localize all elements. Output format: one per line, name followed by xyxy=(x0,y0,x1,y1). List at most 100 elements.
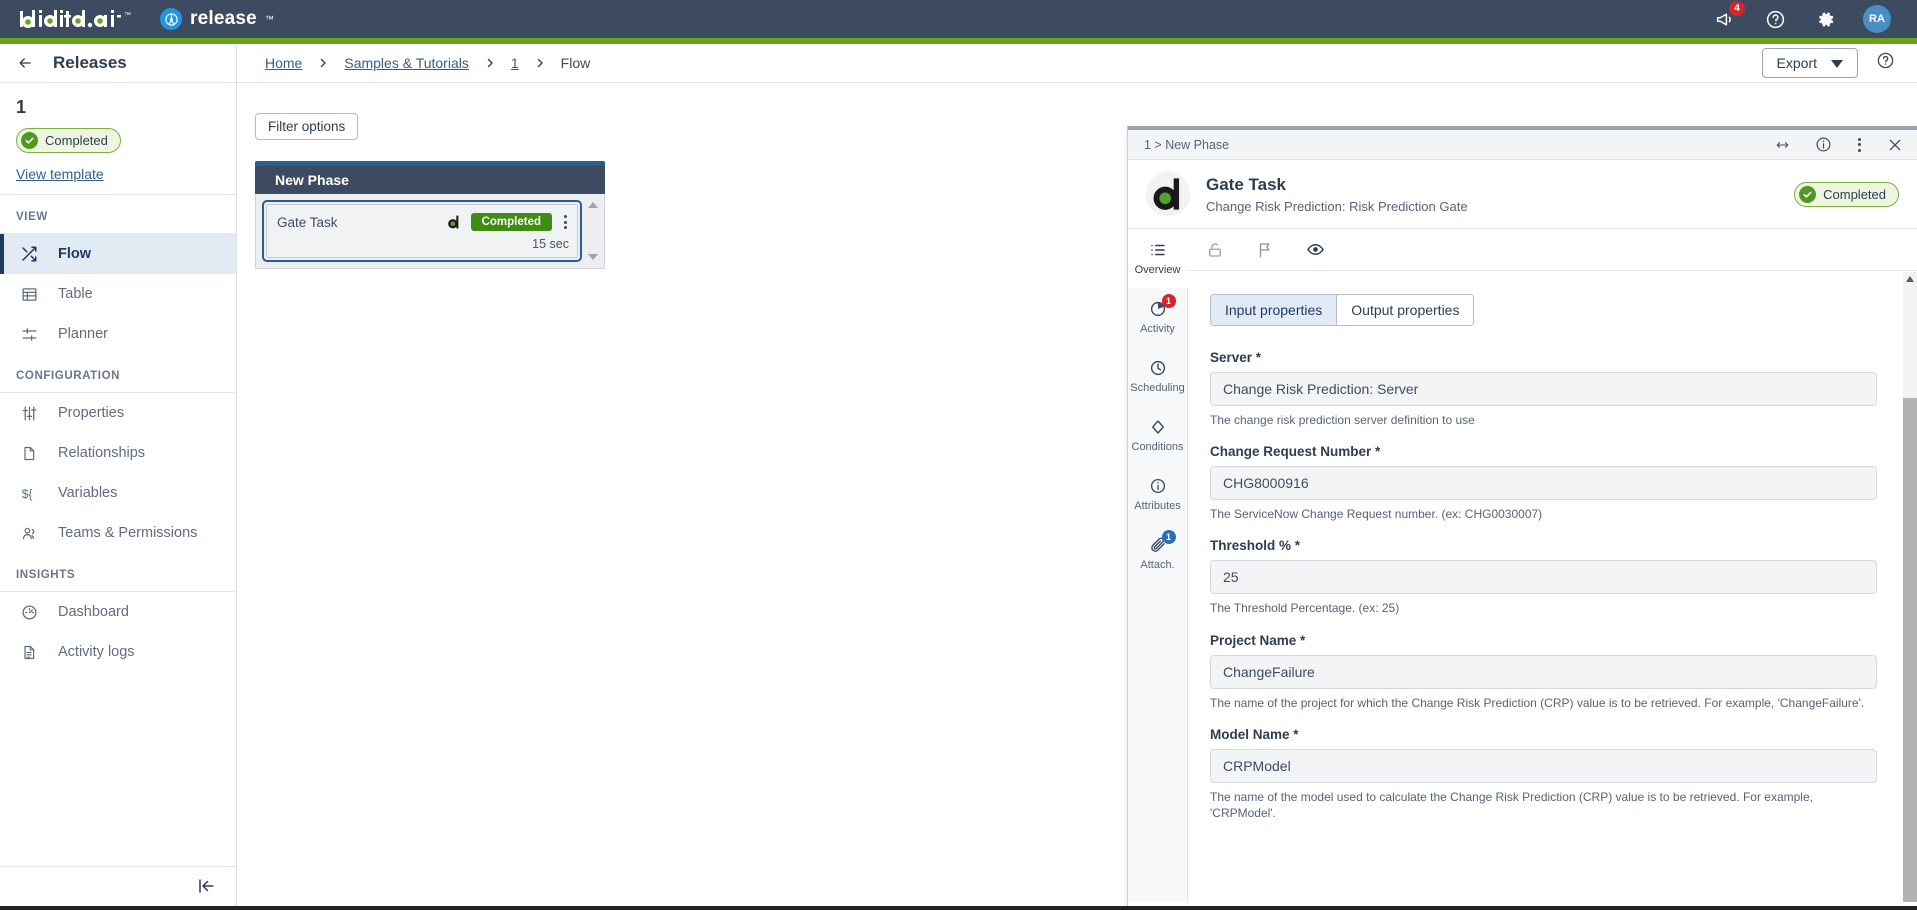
planner-icon xyxy=(20,326,38,343)
diamond-icon xyxy=(1149,418,1167,436)
digitalai-logo[interactable]: ™ xyxy=(18,9,144,29)
svg-text:™: ™ xyxy=(124,12,131,19)
task-selection-outline: Gate Task Completed 15 sec xyxy=(262,200,582,262)
info-icon[interactable] xyxy=(1815,136,1832,153)
threshold-percent-input[interactable]: 25 xyxy=(1210,560,1877,595)
sidebar-item-planner[interactable]: Planner xyxy=(0,314,236,354)
flag-icon[interactable] xyxy=(1256,241,1274,259)
document-icon xyxy=(20,445,38,462)
tab-label: Conditions xyxy=(1131,441,1184,453)
task-card-top-row: Gate Task Completed xyxy=(277,213,569,231)
chevron-right-icon xyxy=(534,57,546,69)
filter-options-button[interactable]: Filter options xyxy=(255,113,359,140)
check-icon xyxy=(1799,185,1817,203)
digitalai-d-icon xyxy=(447,215,461,229)
field-help: The name of the model used to calculate … xyxy=(1210,789,1813,820)
change-request-number-input[interactable]: CHG8000916 xyxy=(1210,466,1877,501)
gear-icon[interactable] xyxy=(1813,7,1837,31)
task-detail-panel: 1 > New Phase Gate Task Change Risk Pred… xyxy=(1127,126,1917,910)
panel-body: Overview 1 Activity Scheduling Condition… xyxy=(1128,229,1917,902)
global-topbar: ™ release ™ 4 RA xyxy=(0,0,1917,38)
field-threshold-percent: Threshold % * 25 The Threshold Percentag… xyxy=(1210,538,1877,616)
flow-canvas: Filter options New Phase Gate Task Compl… xyxy=(237,83,1127,910)
model-name-input[interactable]: CRPModel xyxy=(1210,748,1877,783)
panel-action-icons xyxy=(1188,229,1917,271)
sidebar-item-flow[interactable]: Flow xyxy=(0,234,236,274)
trademark-mark: ™ xyxy=(264,14,274,24)
tab-conditions[interactable]: Conditions xyxy=(1128,406,1187,465)
collapse-sidebar-icon[interactable] xyxy=(196,877,216,900)
topbar-actions: 4 RA xyxy=(1713,1,1917,33)
scroll-up-icon[interactable] xyxy=(1906,276,1914,282)
sidebar-item-properties[interactable]: Properties xyxy=(0,393,236,433)
panel-breadcrumb: 1 > New Phase xyxy=(1144,137,1230,152)
breadcrumb-item-samples[interactable]: Samples & Tutorials xyxy=(344,55,469,71)
panel-status-badge: Completed xyxy=(1794,181,1899,207)
tab-activity[interactable]: 1 Activity xyxy=(1128,288,1187,347)
sidebar-item-table[interactable]: Table xyxy=(0,274,236,314)
tab-label: Activity xyxy=(1140,323,1175,335)
paperclip-icon: 1 xyxy=(1149,530,1176,554)
sidebar-item-activity-logs[interactable]: Activity logs xyxy=(0,632,236,672)
phase-title: New Phase xyxy=(255,166,605,194)
tab-badge: 1 xyxy=(1161,294,1176,308)
back-arrow-icon[interactable] xyxy=(16,55,35,71)
tab-attachments[interactable]: 1 Attach. xyxy=(1128,524,1187,583)
status-label: Completed xyxy=(1823,186,1886,202)
tab-attributes[interactable]: Attributes xyxy=(1128,465,1187,524)
sidebar-item-label: Flow xyxy=(58,246,92,262)
scroll-up-icon[interactable] xyxy=(588,202,598,208)
server-input[interactable]: Change Risk Prediction: Server xyxy=(1210,372,1877,406)
page-title: Gate Task xyxy=(1206,174,1287,194)
breadcrumb-item-home[interactable]: Home xyxy=(265,55,302,71)
view-template-link[interactable]: View template xyxy=(16,166,220,182)
sidebar-item-label: Teams & Permissions xyxy=(58,525,198,541)
close-icon[interactable] xyxy=(1887,137,1903,153)
sidebar-section-insights: INSIGHTS xyxy=(16,569,76,581)
avatar[interactable]: RA xyxy=(1863,5,1891,33)
info-circle-icon xyxy=(1149,477,1167,495)
export-button[interactable]: Export xyxy=(1761,48,1858,78)
panel-header-actions xyxy=(1774,136,1903,153)
resize-icon[interactable] xyxy=(1774,138,1791,152)
sidebar-item-label: Relationships xyxy=(58,445,146,461)
breadcrumb-item-release[interactable]: 1 xyxy=(511,55,519,71)
phase-scrollbar[interactable] xyxy=(586,200,600,262)
tab-scheduling[interactable]: Scheduling xyxy=(1128,347,1187,406)
more-icon[interactable] xyxy=(1856,137,1863,152)
shuffle-icon xyxy=(20,245,38,263)
megaphone-icon[interactable]: 4 xyxy=(1713,1,1745,31)
sidebar-item-relationships[interactable]: Relationships xyxy=(0,433,236,473)
sidebar-item-dashboard[interactable]: Dashboard xyxy=(0,592,236,632)
sidebar-item-label: Table xyxy=(58,286,93,302)
tab-output-properties[interactable]: Output properties xyxy=(1336,295,1474,325)
sidebar-item-variables[interactable]: ${ Variables xyxy=(0,473,236,513)
tab-overview[interactable]: Overview xyxy=(1128,229,1188,288)
project-name-input[interactable]: ChangeFailure xyxy=(1210,654,1877,689)
lock-open-icon[interactable] xyxy=(1206,241,1224,259)
tab-label: Scheduling xyxy=(1130,382,1185,394)
breadcrumb-item-flow: Flow xyxy=(560,55,591,71)
help-icon[interactable] xyxy=(1763,7,1787,31)
task-card-gate-task[interactable]: Gate Task Completed 15 sec xyxy=(266,204,578,258)
release-wordmark: release xyxy=(190,8,257,29)
tab-input-properties[interactable]: Input properties xyxy=(1211,295,1337,325)
sidebar-header: Releases xyxy=(0,44,236,83)
properties-segmented-control: Input properties Output properties xyxy=(1210,294,1475,326)
scrollbar-thumb[interactable] xyxy=(1903,398,1917,902)
panel-scrollbar[interactable] xyxy=(1903,272,1917,902)
sidebar-section-view: VIEW xyxy=(16,211,48,223)
breadcrumb-bar: Home Samples & Tutorials 1 Flow Export xyxy=(237,44,1917,83)
app-root: ™ release ™ 4 RA Releases 1 Completed Vi… xyxy=(0,0,1917,910)
sidebar-item-teams-permissions[interactable]: Teams & Permissions xyxy=(0,513,236,553)
release-brand[interactable]: release ™ xyxy=(160,8,274,30)
field-label: Change Request Number * xyxy=(1210,444,1381,460)
brand-area[interactable]: ™ release ™ xyxy=(0,8,274,30)
notification-badge: 4 xyxy=(1729,1,1745,16)
field-help: The Threshold Percentage. (ex: 25) xyxy=(1210,601,1400,616)
scroll-down-icon[interactable] xyxy=(588,254,598,260)
chevron-down-icon xyxy=(1831,55,1843,71)
help-icon[interactable] xyxy=(1876,51,1895,75)
eye-icon[interactable] xyxy=(1306,240,1325,259)
task-more-icon[interactable] xyxy=(562,215,569,229)
